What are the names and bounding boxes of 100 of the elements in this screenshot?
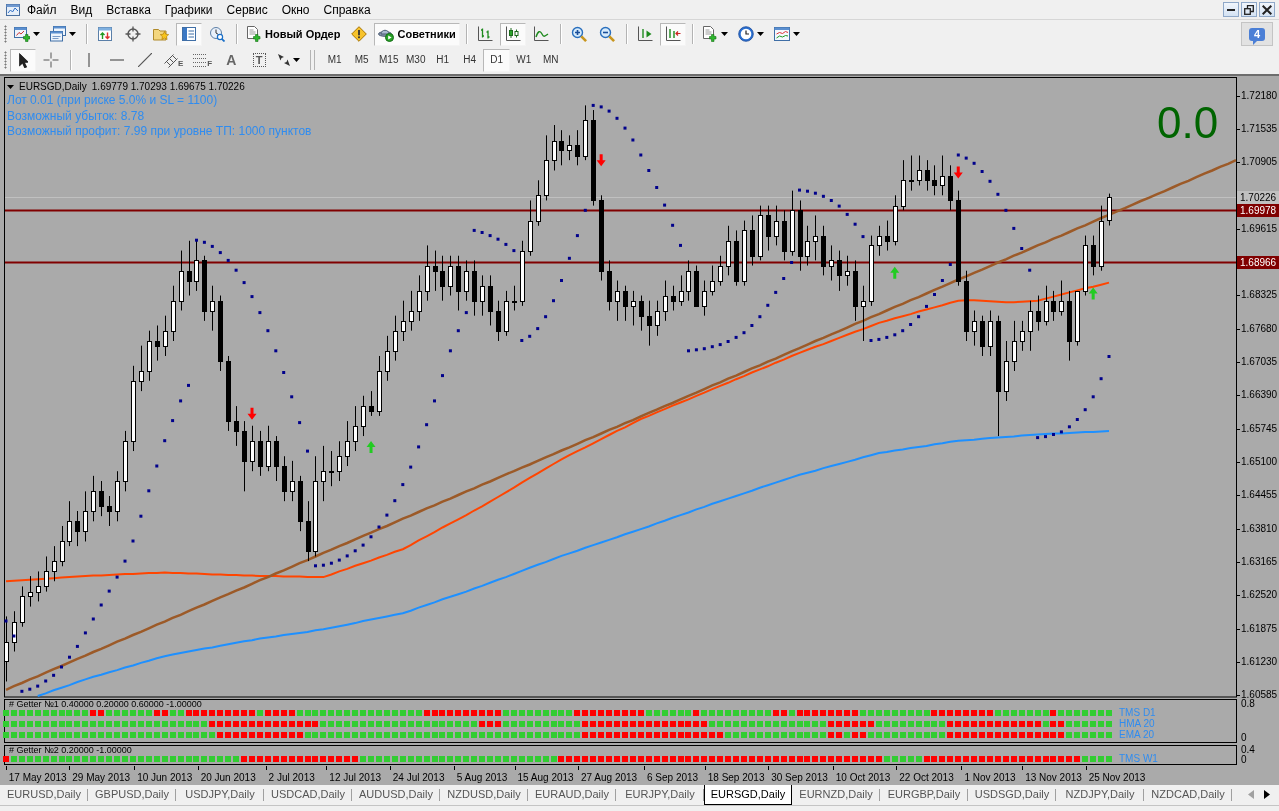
toolbar-grip[interactable]	[4, 25, 7, 43]
candle	[742, 220, 747, 287]
up-arrow-icon	[890, 266, 900, 279]
candle	[393, 315, 398, 362]
cursor-button[interactable]	[10, 48, 36, 72]
candle	[940, 155, 945, 196]
candle	[607, 259, 612, 311]
candle	[321, 445, 326, 502]
close-icon	[1262, 4, 1272, 15]
menu-item[interactable]: Справка	[316, 1, 378, 18]
candle	[932, 164, 937, 196]
menu-item[interactable]: Окно	[274, 1, 317, 18]
timeframe-button[interactable]: M30	[402, 48, 430, 72]
timeframe-button[interactable]: MN	[537, 48, 565, 72]
candle	[845, 255, 850, 287]
menu-item[interactable]: Вставка	[99, 1, 158, 18]
candle	[60, 525, 65, 567]
candle	[615, 280, 620, 322]
candle	[1083, 235, 1088, 297]
candle	[401, 300, 406, 342]
price-axis-label: 1.64455	[1241, 489, 1278, 501]
chart-symbol: EURSGD,Daily	[19, 80, 87, 93]
candle	[345, 420, 350, 467]
date-axis-label: 22 Oct 2013	[899, 771, 954, 783]
date-axis-label: 18 Sep 2013	[707, 771, 765, 783]
restore-button[interactable]	[1241, 2, 1257, 17]
menu-item[interactable]: Сервис	[219, 1, 275, 18]
candle	[544, 134, 549, 201]
candle	[12, 610, 17, 653]
indicator-scale-label: 0	[1241, 753, 1247, 765]
windows-icon	[50, 26, 66, 42]
candle	[734, 229, 739, 287]
signal-value-text: 0.0	[1157, 101, 1219, 145]
candle	[91, 475, 96, 522]
candle	[813, 214, 818, 261]
chart-window-icon	[773, 26, 790, 42]
chart-tab[interactable]: EURSGD,Daily	[704, 785, 792, 805]
timeframe-button[interactable]: M1	[321, 48, 349, 72]
fibonacci-button[interactable]: F	[189, 48, 217, 72]
date-axis-label: 25 Nov 2013	[1088, 771, 1146, 783]
candle	[893, 194, 898, 246]
date-axis-label: 15 Aug 2013	[517, 771, 574, 783]
candle	[290, 460, 295, 502]
price-axis-label: 1.63810	[1241, 523, 1278, 535]
candle	[679, 274, 684, 307]
timeframe-button[interactable]: M15	[375, 48, 403, 72]
candle	[1051, 290, 1056, 322]
price-label: 1.68966	[1237, 256, 1279, 269]
new-order-button[interactable]: Новый Ордер	[242, 22, 345, 46]
notifications-button[interactable]: 4	[1241, 22, 1273, 46]
candle	[758, 205, 763, 261]
price-axis-label: 1.69615	[1241, 223, 1278, 235]
indicator-scale-label: 0.8	[1241, 698, 1255, 709]
candle	[242, 420, 247, 492]
candle	[805, 225, 810, 267]
candle	[139, 345, 144, 392]
candlestick-button[interactable]	[499, 22, 526, 46]
close-button[interactable]	[1259, 2, 1275, 17]
timeframe-button[interactable]: W1	[510, 48, 538, 72]
candle	[250, 425, 255, 472]
candle	[829, 244, 834, 282]
date-axis-label: 10 Jun 2013	[137, 771, 193, 783]
toolbar-grip[interactable]	[4, 51, 7, 69]
candle	[964, 270, 969, 342]
expert-advisors-button[interactable]: Советники	[374, 22, 460, 46]
price-axis-label: 1.63165	[1241, 556, 1278, 568]
candle	[1012, 320, 1017, 372]
candle	[464, 259, 469, 302]
data-window-button[interactable]	[176, 22, 202, 46]
scroll-right-button[interactable]	[1261, 790, 1273, 799]
candle	[837, 250, 842, 292]
candle	[536, 179, 541, 227]
indicator-scale-label: 0	[1241, 731, 1247, 743]
candle	[901, 159, 906, 211]
indicator-title: # Getter №2 0.20000 -1.00000	[9, 744, 132, 755]
timeframe-button[interactable]: H4	[456, 48, 484, 72]
timeframe-button[interactable]: D1	[483, 48, 511, 72]
candle	[147, 330, 152, 382]
candle	[512, 285, 517, 311]
menu-item[interactable]: Графики	[157, 1, 220, 18]
menu-item[interactable]: Файл	[20, 1, 64, 18]
candle	[377, 355, 382, 417]
timeframe-button[interactable]: M5	[348, 48, 376, 72]
candle	[83, 490, 88, 542]
text-label-tool-button[interactable]: T	[246, 48, 273, 72]
candle	[972, 310, 977, 347]
candle	[623, 285, 628, 322]
price-axis-label: 1.65745	[1241, 423, 1278, 435]
minimize-button[interactable]	[1223, 2, 1239, 17]
candle	[575, 129, 580, 166]
candle	[671, 285, 676, 311]
text-tool-button[interactable]: A	[218, 48, 245, 72]
candle	[647, 300, 652, 347]
timeframe-button[interactable]: H1	[429, 48, 457, 72]
candle	[353, 405, 358, 452]
menu-item[interactable]: Вид	[63, 1, 100, 18]
channel-button[interactable]: E	[160, 48, 188, 72]
candle	[274, 435, 279, 482]
autoscroll-button[interactable]	[659, 22, 686, 46]
chart-plus-icon	[14, 26, 30, 42]
